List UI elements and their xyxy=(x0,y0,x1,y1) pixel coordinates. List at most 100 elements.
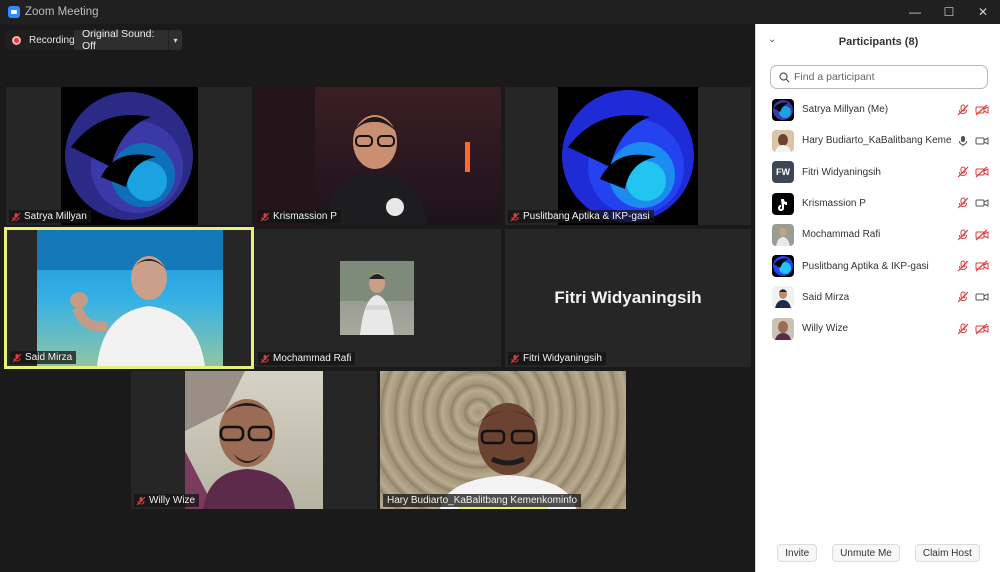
profile-photo xyxy=(340,261,414,335)
video-tile-active-speaker[interactable]: Said Mirza xyxy=(4,227,254,369)
mic-muted-icon xyxy=(510,212,520,221)
window-title: Zoom Meeting xyxy=(25,6,99,18)
participant-name: Satrya Millyan (Me) xyxy=(802,104,889,116)
unmute-me-button[interactable]: Unmute Me xyxy=(832,544,900,562)
participant-name: Mochammad Rafi xyxy=(802,229,881,241)
participant-row[interactable]: Satrya Millyan (Me) xyxy=(756,94,1000,125)
participant-row[interactable]: Krismassion P xyxy=(756,188,1000,219)
mic-muted-icon[interactable] xyxy=(956,103,970,117)
mic-muted-icon xyxy=(11,212,21,221)
participant-name: Fitri Widyaningsih xyxy=(523,353,602,364)
mic-muted-icon[interactable] xyxy=(956,196,970,210)
participant-search[interactable] xyxy=(770,65,988,89)
participant-name: Puslitbang Aptika & IKP-gasi xyxy=(523,211,650,222)
participant-row[interactable]: Mochammad Rafi xyxy=(756,219,1000,250)
title-bar: Zoom Meeting — ☐ ✕ xyxy=(0,0,1000,24)
avatar xyxy=(772,98,794,121)
participant-status xyxy=(956,282,989,313)
video-off-icon[interactable] xyxy=(975,322,989,336)
video-off-name: Fitri Widyaningsih xyxy=(554,288,702,307)
chevron-down-icon[interactable]: ▾ xyxy=(168,30,182,50)
mic-muted-icon xyxy=(260,212,270,221)
mic-muted-icon xyxy=(12,353,22,362)
video-tile[interactable]: Willy Wize xyxy=(131,371,377,509)
participant-status xyxy=(956,219,989,250)
minimize-button[interactable]: — xyxy=(898,0,932,24)
recording-dot-icon xyxy=(12,35,21,45)
participant-row[interactable]: Said Mirza xyxy=(756,282,1000,313)
mic-icon[interactable] xyxy=(956,134,970,148)
mic-muted-icon[interactable] xyxy=(956,228,970,242)
avatar: FW xyxy=(772,161,794,184)
participant-list: Satrya Millyan (Me) Hary Budiarto_KaBali… xyxy=(756,94,1000,344)
claim-host-button[interactable]: Claim Host xyxy=(914,544,980,562)
avatar xyxy=(772,223,794,246)
video-off-icon[interactable] xyxy=(975,259,989,273)
original-sound-label: Original Sound: Off xyxy=(82,28,155,52)
mic-muted-icon[interactable] xyxy=(956,322,970,336)
mic-muted-icon[interactable] xyxy=(956,259,970,273)
participant-row[interactable]: Puslitbang Aptika & IKP-gasi xyxy=(756,250,1000,281)
participant-row[interactable]: Willy Wize xyxy=(756,313,1000,344)
participants-panel: ⌄ Participants (8) Satrya Millyan (Me) H… xyxy=(755,24,1000,572)
participant-video xyxy=(380,371,626,509)
participant-video xyxy=(37,230,223,366)
participant-row[interactable]: Hary Budiarto_KaBalitbang Kemen... xyxy=(756,125,1000,156)
participant-name-tag: Said Mirza xyxy=(10,351,77,364)
recording-label: Recording xyxy=(29,34,75,46)
search-input[interactable] xyxy=(794,71,984,83)
participant-name: Hary Budiarto_KaBalitbang Kemen... xyxy=(802,135,952,147)
avatar xyxy=(772,317,794,340)
participant-name: Said Mirza xyxy=(802,291,850,303)
participant-video xyxy=(255,87,501,225)
search-icon xyxy=(779,71,790,82)
participant-video xyxy=(185,371,323,509)
avatar xyxy=(772,286,794,309)
avatar xyxy=(772,129,794,152)
video-tile[interactable]: Hary Budiarto_KaBalitbang Kemenkominfo xyxy=(380,371,626,509)
video-icon[interactable] xyxy=(975,134,989,148)
participant-name: Puslitbang Aptika & IKP-gasi xyxy=(802,260,929,272)
recording-indicator[interactable]: Recording xyxy=(6,30,81,50)
video-tile[interactable]: Mochammad Rafi xyxy=(255,229,501,367)
maximize-button[interactable]: ☐ xyxy=(932,0,966,24)
participant-name: Krismassion P xyxy=(273,211,337,222)
video-tile[interactable]: Puslitbang Aptika & IKP-gasi xyxy=(505,87,751,225)
close-button[interactable]: ✕ xyxy=(966,0,1000,24)
mic-muted-icon[interactable] xyxy=(956,290,970,304)
participant-name-tag: Fitri Widyaningsih xyxy=(508,352,606,365)
mic-muted-icon[interactable] xyxy=(956,165,970,179)
participant-name-tag: Mochammad Rafi xyxy=(258,352,356,365)
window-controls: — ☐ ✕ xyxy=(898,0,1000,24)
avatar xyxy=(772,192,794,215)
participant-row[interactable]: FW Fitri Widyaningsih xyxy=(756,157,1000,188)
video-off-icon[interactable] xyxy=(975,103,989,117)
participant-name-tag: Puslitbang Aptika & IKP-gasi xyxy=(508,210,654,223)
video-tile[interactable]: Krismassion P xyxy=(255,87,501,225)
video-icon[interactable] xyxy=(975,196,989,210)
kominfo-logo-video xyxy=(558,87,698,225)
participant-status xyxy=(956,188,989,219)
kominfo-logo-video xyxy=(61,87,198,225)
invite-button[interactable]: Invite xyxy=(777,544,818,562)
mic-muted-icon xyxy=(260,354,270,363)
original-sound-button[interactable]: Original Sound: Off ▾ xyxy=(74,28,182,52)
chevron-down-icon[interactable]: ⌄ xyxy=(768,34,776,45)
video-tile[interactable]: Fitri Widyaningsih Fitri Widyaningsih xyxy=(505,229,751,367)
participant-status xyxy=(956,125,989,156)
participant-name-tag: Hary Budiarto_KaBalitbang Kemenkominfo xyxy=(383,494,582,507)
zoom-window: Zoom Meeting — ☐ ✕ Recording Original So… xyxy=(0,0,1000,572)
panel-footer: Invite Unmute Me Claim Host xyxy=(756,544,1000,562)
video-tile[interactable]: Satrya Millyan xyxy=(6,87,252,225)
participant-name: Fitri Widyaningsih xyxy=(802,166,881,178)
participant-status xyxy=(956,313,989,344)
participant-name: Willy Wize xyxy=(149,495,196,506)
video-off-icon[interactable] xyxy=(975,165,989,179)
mic-muted-icon xyxy=(510,354,520,363)
participant-name: Hary Budiarto_KaBalitbang Kemenkominfo xyxy=(387,495,578,506)
panel-title: Participants (8) xyxy=(838,36,919,48)
video-icon[interactable] xyxy=(975,290,989,304)
panel-header: ⌄ Participants (8) xyxy=(756,24,1000,60)
participant-status xyxy=(956,94,989,125)
video-off-icon[interactable] xyxy=(975,228,989,242)
